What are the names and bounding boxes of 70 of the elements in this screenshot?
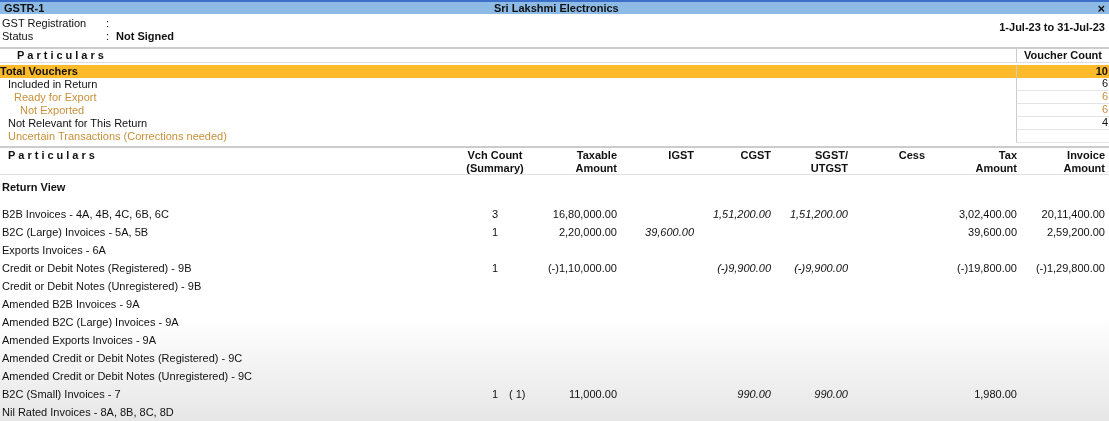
column-header: Tax Amount: [974, 149, 1017, 174]
summary-label: Ready for Export: [13, 91, 98, 103]
column-header: IGST: [667, 149, 694, 163]
amount-cell: 1,51,200.00: [789, 207, 848, 220]
amount-cell: 3,02,400.00: [958, 207, 1017, 220]
particulars-cell-text: B2C (Small) Invoices - 7: [1, 386, 122, 402]
column-header: Invoice Amount: [1062, 149, 1105, 174]
particulars-cell-text: Nil Rated Invoices - 8A, 8B, 8C, 8D: [1, 404, 175, 420]
summary-label: Not Relevant for This Return: [7, 117, 149, 129]
amount-cell: 39,600.00: [645, 225, 694, 238]
summary-count: ( 1): [509, 386, 526, 402]
particulars-cell-text: B2B Invoices - 4A, 4B, 4C, 6B, 6C: [1, 206, 170, 222]
column-header: Cess: [897, 149, 925, 163]
close-button[interactable]: ×: [1097, 1, 1105, 15]
vch-count: 1: [491, 225, 498, 238]
amount-cell: (-)1,29,800.00: [1035, 261, 1105, 274]
column-header: Taxable Amount: [574, 149, 617, 174]
amount-cell: 1,980.00: [974, 387, 1017, 400]
amount-cell: 39,600.00: [968, 225, 1017, 238]
column-header: Particulars: [16, 48, 108, 63]
voucher-count: 4: [1101, 115, 1108, 131]
summary-label: Not Exported: [19, 104, 86, 116]
summary-row[interactable]: Not Relevant for This Return 4: [0, 116, 1109, 130]
summary-label: Total Vouchers: [0, 65, 79, 77]
colon: :: [106, 17, 110, 30]
particulars-cell-text: B2C (Large) Invoices - 5A, 5B: [1, 224, 150, 240]
column-header: Voucher Count: [1016, 48, 1109, 62]
particulars-cell-text: Amended Credit or Debit Notes (Registered) - 9C: [1, 350, 244, 366]
particulars-cell-text: Amended B2B Invoices - 9A: [1, 296, 141, 312]
voucher-count: 6: [1101, 89, 1108, 105]
amount-cell: 20,11,400.00: [1041, 207, 1105, 220]
amount-cell: 2,20,000.00: [558, 225, 617, 238]
summary-row[interactable]: Included in Return 6: [0, 77, 1109, 91]
info-label: Status: [2, 29, 35, 45]
particulars-cell-text: Amended Exports Invoices - 9A: [1, 332, 158, 348]
vch-count: 1: [491, 261, 498, 274]
particulars-cell-text: Amended B2C (Large) Invoices - 9A: [1, 314, 180, 330]
section-heading: Return View: [1, 180, 67, 195]
info-value: Not Signed: [116, 29, 175, 45]
info-label: GST Registration: [2, 16, 88, 32]
column-header: Particulars: [7, 149, 99, 163]
voucher-count: 6: [1101, 76, 1108, 92]
column-header: CGST: [739, 149, 771, 163]
amount-cell: 11,000.00: [568, 387, 617, 400]
amount-cell: (-)19,800.00: [957, 261, 1017, 274]
voucher-count: 6: [1101, 102, 1108, 118]
amount-cell: 16,80,000.00: [552, 207, 617, 220]
amount-cell: (-)1,10,000.00: [547, 261, 617, 274]
amount-cell: 1,51,200.00: [712, 207, 771, 220]
amount-cell: (-)9,900.00: [717, 261, 771, 274]
vch-count: 1: [491, 387, 498, 400]
summary-label: Uncertain Transactions (Corrections needed): [7, 130, 228, 142]
particulars-cell-text: Credit or Debit Notes (Unregistered) - 9B: [1, 278, 203, 294]
window-title: GSTR-1: [4, 2, 45, 14]
summary-row[interactable]: Total Vouchers 10: [0, 64, 1109, 78]
particulars-cell-text: Exports Invoices - 6A: [1, 242, 107, 258]
period: 1-Jul-23 to 31-Jul-23: [999, 20, 1105, 35]
amount-cell: (-)9,900.00: [794, 261, 848, 274]
amount-cell: 990.00: [814, 387, 848, 400]
amount-cell: 990.00: [737, 387, 771, 400]
voucher-count: 10: [1095, 64, 1108, 79]
particulars-cell-text: Amended Credit or Debit Notes (Unregistered) - 9C: [1, 368, 254, 384]
summary-label: Included in Return: [7, 78, 99, 90]
column-header: SGST/ UTGST: [809, 149, 848, 174]
column-header: Vch Count (Summary): [465, 149, 525, 174]
vch-count: 3: [491, 207, 498, 220]
amount-cell: 2,59,200.00: [1046, 225, 1105, 238]
company-name: Sri Lakshmi Electronics: [494, 2, 619, 14]
particulars-cell-text: Credit or Debit Notes (Registered) - 9B: [1, 260, 193, 276]
colon: :: [106, 30, 110, 43]
